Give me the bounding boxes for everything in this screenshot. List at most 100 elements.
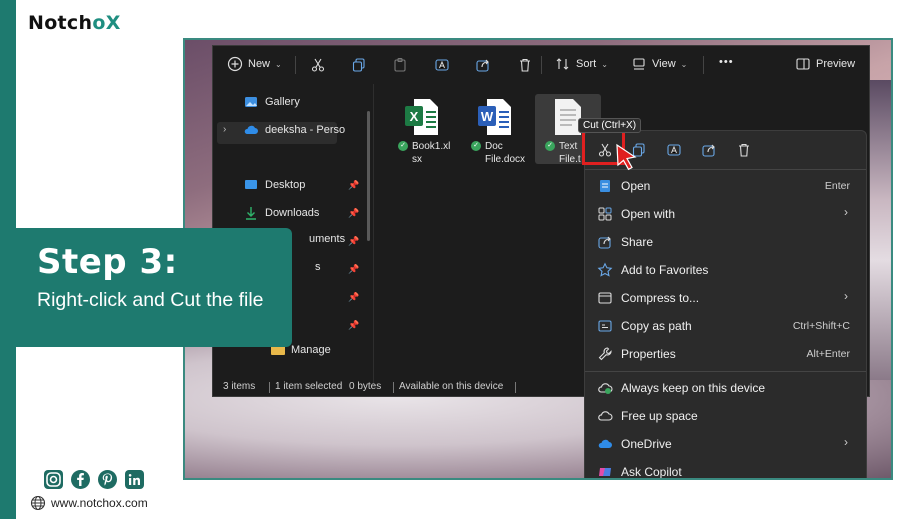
menu-divider (585, 371, 866, 372)
copilot-icon (599, 468, 611, 476)
status-divider (269, 382, 270, 393)
sort-label: Sort (576, 58, 597, 70)
sort-button[interactable]: Sort ⌄ (555, 56, 608, 72)
toolbar-divider (541, 56, 542, 74)
sidebar-scrollbar[interactable] (367, 111, 370, 241)
pin-icon: 📌 (348, 180, 360, 190)
copy-path-icon (598, 320, 612, 332)
rename-icon[interactable] (434, 57, 450, 73)
sidebar-item-gallery[interactable]: Gallery (243, 94, 300, 110)
chevron-right-icon[interactable]: › (223, 124, 226, 135)
pane-divider (373, 84, 374, 384)
chevron-right-icon: › (844, 289, 848, 303)
wrench-icon (598, 347, 612, 361)
onedrive-cloud-icon (598, 439, 612, 448)
step-callout: Step 3: Right-click and Cut the file (15, 228, 292, 347)
open-with-icon (598, 207, 612, 221)
menu-item-compress[interactable]: Compress to... › (595, 285, 860, 311)
cloud-sync-icon (598, 383, 613, 394)
menu-item-onedrive[interactable]: OneDrive › (595, 431, 860, 457)
sync-check-icon: ✓ (545, 141, 555, 151)
view-icon (633, 58, 645, 70)
download-arrow-icon (246, 207, 256, 220)
excel-file-icon: X (405, 99, 438, 135)
chevron-down-icon: ⌄ (601, 59, 608, 69)
onedrive-cloud-icon (244, 125, 258, 134)
step-title: Step 3: (37, 242, 178, 282)
pinterest-icon[interactable] (98, 470, 117, 489)
desktop-icon (245, 180, 257, 189)
file-name: ✓ Doc File.docx (471, 140, 527, 166)
sidebar-item-downloads[interactable]: Downloads (243, 205, 319, 221)
menu-item-always-keep[interactable]: Always keep on this device (595, 375, 860, 401)
website-url: www.notchox.com (51, 496, 148, 510)
facebook-icon[interactable] (71, 470, 90, 489)
new-button[interactable]: New ⌄ (227, 56, 282, 72)
chevron-right-icon: › (844, 435, 848, 449)
status-divider (393, 382, 394, 393)
sidebar-item-desktop[interactable]: Desktop (243, 177, 305, 193)
share-icon[interactable] (701, 142, 717, 158)
cut-icon[interactable] (310, 57, 326, 73)
menu-item-open-with[interactable]: Open with › (595, 201, 860, 227)
status-divider (515, 382, 516, 393)
view-button[interactable]: View ⌄ (631, 56, 687, 72)
sync-check-icon: ✓ (471, 141, 481, 151)
toolbar-divider (295, 56, 296, 74)
view-label: View (652, 58, 676, 70)
menu-item-open[interactable]: Open Enter (595, 173, 860, 199)
plus-circle-icon (227, 56, 243, 72)
selection-size: 0 bytes (349, 381, 382, 392)
word-file-icon: W (478, 99, 511, 135)
selection-count: 1 item selected (275, 381, 343, 392)
new-label: New (248, 58, 271, 70)
linkedin-icon[interactable] (125, 470, 144, 489)
cut-tooltip: Cut (Ctrl+X) (578, 118, 642, 133)
pin-icon: 📌 (348, 236, 360, 246)
pin-icon: 📌 (348, 320, 360, 330)
menu-item-ask-copilot[interactable]: Ask Copilot (595, 459, 860, 478)
pin-icon: 📌 (348, 264, 360, 274)
brand-strip (0, 0, 16, 519)
menu-item-share[interactable]: Share (595, 229, 860, 255)
tutorial-slide: NotchoX New ⌄ Sort ⌄ View ⌄ ••• Preview … (0, 0, 922, 519)
chevron-down-icon: ⌄ (275, 59, 282, 69)
menu-item-copy-as-path[interactable]: Copy as path Ctrl+Shift+C (595, 313, 860, 339)
share-icon[interactable] (475, 57, 491, 73)
sidebar-item-documents[interactable]: uments (309, 233, 345, 245)
file-name: ✓ Book1.xl sx (398, 140, 454, 166)
pin-icon: 📌 (348, 208, 360, 218)
preview-pane-icon (796, 58, 810, 70)
file-item-docx[interactable]: W ✓ Doc File.docx (471, 98, 527, 166)
preview-label: Preview (816, 58, 856, 70)
sidebar-item-onedrive[interactable]: deeksha - Perso (243, 122, 345, 138)
sidebar-item-pictures[interactable]: s (315, 261, 321, 273)
delete-icon[interactable] (517, 57, 533, 73)
chevron-right-icon: › (844, 205, 848, 219)
website-link[interactable]: www.notchox.com (30, 495, 148, 511)
svg-text:W: W (481, 109, 494, 124)
copy-icon[interactable] (351, 57, 367, 73)
social-links (44, 470, 144, 489)
instagram-icon[interactable] (44, 470, 63, 489)
open-icon (600, 180, 610, 192)
menu-item-free-up-space[interactable]: Free up space (595, 403, 860, 429)
explorer-toolbar: New ⌄ Sort ⌄ View ⌄ ••• Preview (213, 46, 871, 84)
globe-icon (30, 495, 46, 511)
item-count: 3 items (223, 381, 256, 392)
file-item-xlsx[interactable]: X ✓ Book1.xl sx (398, 98, 454, 166)
preview-button[interactable]: Preview (795, 56, 855, 72)
paste-icon[interactable] (392, 57, 408, 73)
delete-icon[interactable] (736, 142, 752, 158)
rename-icon[interactable] (666, 142, 682, 158)
menu-item-add-to-favorites[interactable]: Add to Favorites (595, 257, 860, 283)
chevron-down-icon: ⌄ (680, 59, 688, 69)
svg-text:X: X (410, 109, 419, 124)
more-options-button[interactable]: ••• (719, 56, 734, 68)
brand-logo: NotchoX (28, 12, 121, 34)
gallery-icon (245, 97, 257, 107)
menu-item-properties[interactable]: Properties Alt+Enter (595, 341, 860, 367)
file-explorer-window: New ⌄ Sort ⌄ View ⌄ ••• Preview Gallery … (212, 45, 871, 478)
toolbar-divider (703, 56, 704, 74)
availability-status: Available on this device (399, 381, 504, 392)
